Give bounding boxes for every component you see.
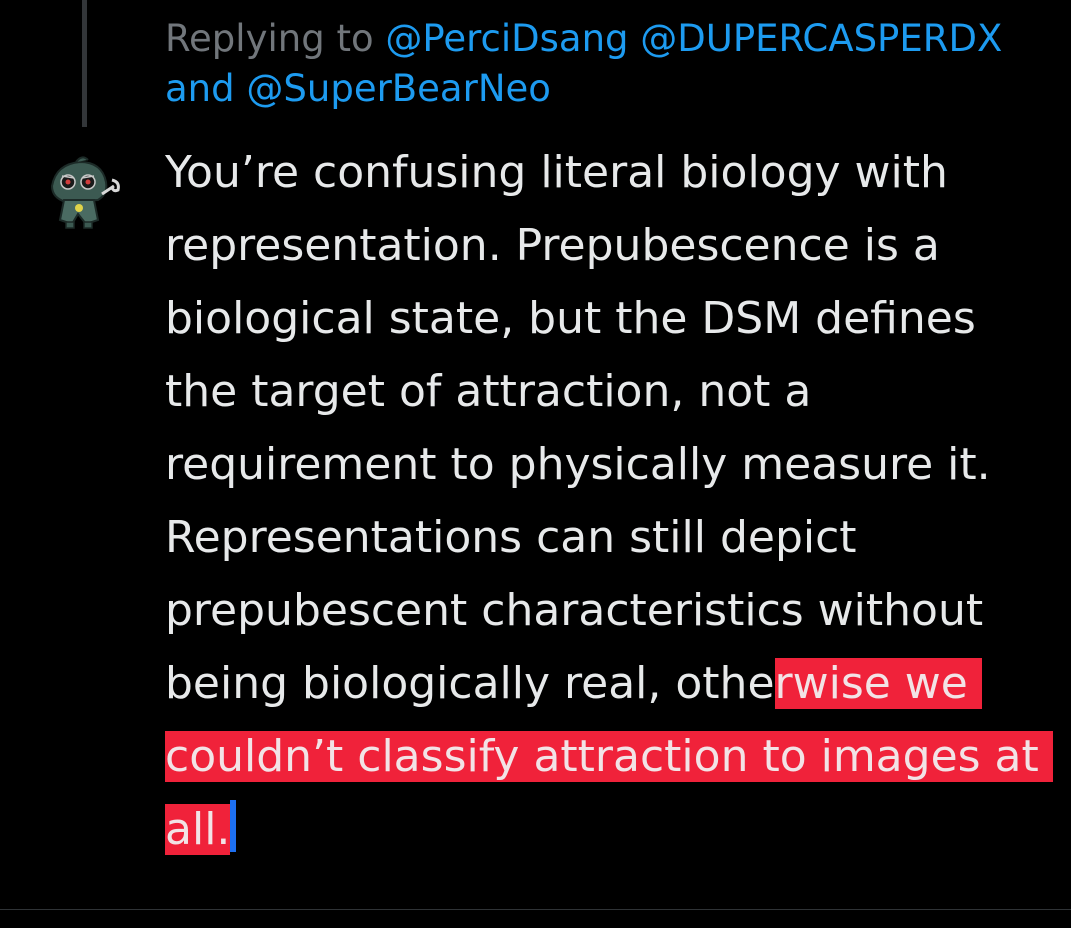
replying-to-label: Replying to xyxy=(165,17,374,60)
avatar[interactable] xyxy=(42,150,126,234)
cartoon-creature-avatar-icon xyxy=(50,156,120,229)
mention-link[interactable]: @SuperBearNeo xyxy=(246,67,551,110)
text-selection-handle[interactable] xyxy=(230,800,237,852)
and-label: and xyxy=(165,67,235,110)
mention-link[interactable]: @DUPERCASPERDX xyxy=(640,17,1002,60)
mention-link[interactable]: @PerciDsang xyxy=(385,17,628,60)
tweet-text[interactable]: You’re confusing literal biology with re… xyxy=(165,136,1055,866)
divider xyxy=(0,909,1071,910)
thread-connector-line xyxy=(82,0,87,127)
reply-context: Replying to @PerciDsang @DUPERCASPERDX a… xyxy=(165,14,1055,114)
tweet-text-plain: You’re confusing literal biology with re… xyxy=(165,147,1005,709)
